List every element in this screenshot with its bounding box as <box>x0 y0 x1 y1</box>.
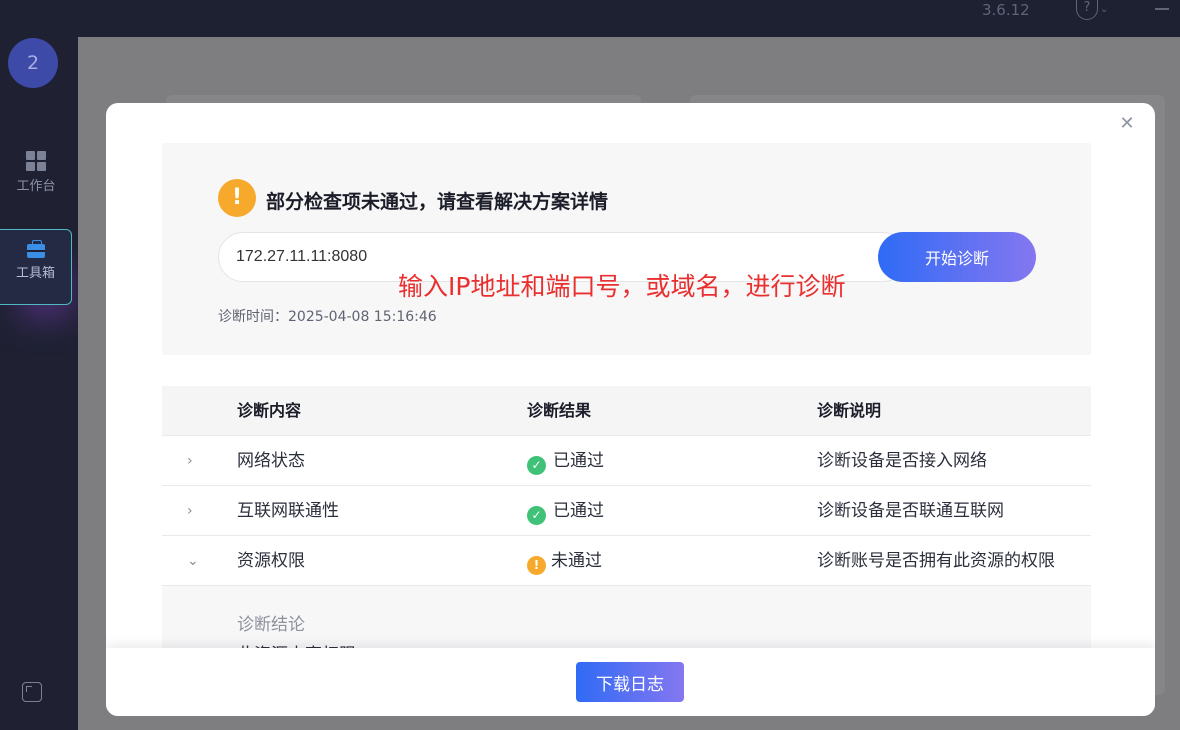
warning-icon: ! <box>218 179 256 217</box>
sidebar-item-toolbox[interactable]: 工具箱 <box>0 229 72 305</box>
title-bar: 3.6.12 ? ⌄ <box>0 0 1180 37</box>
warning-icon: ! <box>527 556 546 575</box>
column-header: 诊断内容 <box>237 401 302 420</box>
check-circle-icon: ✓ <box>527 506 546 525</box>
item-name: 网络状态 <box>237 451 305 471</box>
chevron-right-icon[interactable]: › <box>187 436 207 486</box>
start-diagnosis-button[interactable]: 开始诊断 <box>878 232 1036 282</box>
table-row[interactable]: ⌄ 资源权限 ! 未通过 诊断账号是否拥有此资源的权限 <box>162 536 1091 586</box>
sidebar-item-label: 工作台 <box>16 179 56 194</box>
item-name: 互联网联通性 <box>237 501 339 521</box>
sidebar: 2 工作台 工具箱 <box>0 37 78 730</box>
sidebar-item-label: 工具箱 <box>15 266 55 281</box>
table-row[interactable]: › 网络状态 ✓ 已通过 诊断设备是否接入网络 <box>162 436 1091 486</box>
item-description: 诊断设备是否联通互联网 <box>817 501 1004 521</box>
instruction-hint: 输入IP地址和端口号，或域名，进行诊断 <box>398 272 846 301</box>
item-description: 诊断账号是否拥有此资源的权限 <box>817 551 1055 571</box>
status-cell: ! 未通过 <box>527 536 602 586</box>
table-row[interactable]: › 互联网联通性 ✓ 已通过 诊断设备是否联通互联网 <box>162 486 1091 536</box>
chevron-down-icon[interactable]: ⌄ <box>187 536 207 586</box>
table-header: 诊断内容 诊断结果 诊断说明 <box>162 386 1091 436</box>
app-version: 3.6.12 <box>982 1 1030 19</box>
dialog-footer: 下载日志 <box>106 648 1155 716</box>
close-icon[interactable]: ✕ <box>1118 115 1136 133</box>
sidebar-item-workbench[interactable]: 工作台 <box>0 151 72 201</box>
status-text: 已通过 <box>553 501 604 521</box>
avatar[interactable]: 2 <box>8 38 58 88</box>
column-header: 诊断说明 <box>817 401 882 420</box>
status-text: 未通过 <box>551 551 602 571</box>
minimize-button[interactable] <box>1155 8 1169 10</box>
diagnosis-time: 诊断时间：2025-04-08 15:16:46 <box>218 309 437 325</box>
status-cell: ✓ 已通过 <box>527 436 604 486</box>
column-header: 诊断结果 <box>527 401 592 420</box>
diagnosis-panel: ! 部分检查项未通过，请查看解决方案详情 开始诊断 输入IP地址和端口号，或域名… <box>162 143 1091 355</box>
diagnosis-table: 诊断内容 诊断结果 诊断说明 › 网络状态 ✓ 已通过 诊断设备是否接入网络 › … <box>162 386 1091 666</box>
export-icon[interactable] <box>22 682 42 702</box>
toolbox-icon <box>26 240 45 258</box>
question-circle-icon[interactable]: ? <box>1076 0 1098 20</box>
diagnosis-dialog: ✕ ! 部分检查项未通过，请查看解决方案详情 开始诊断 输入IP地址和端口号，或… <box>106 103 1155 716</box>
chevron-right-icon[interactable]: › <box>187 486 207 536</box>
download-log-button[interactable]: 下载日志 <box>576 662 684 702</box>
grid-icon <box>26 151 46 171</box>
status-title: 部分检查项未通过，请查看解决方案详情 <box>266 191 609 213</box>
item-description: 诊断设备是否接入网络 <box>817 451 987 471</box>
chevron-down-icon[interactable]: ⌄ <box>1100 4 1108 15</box>
conclusion-label: 诊断结论 <box>237 615 305 635</box>
check-circle-icon: ✓ <box>527 456 546 475</box>
status-cell: ✓ 已通过 <box>527 486 604 536</box>
item-name: 资源权限 <box>237 551 305 571</box>
status-text: 已通过 <box>553 451 604 471</box>
